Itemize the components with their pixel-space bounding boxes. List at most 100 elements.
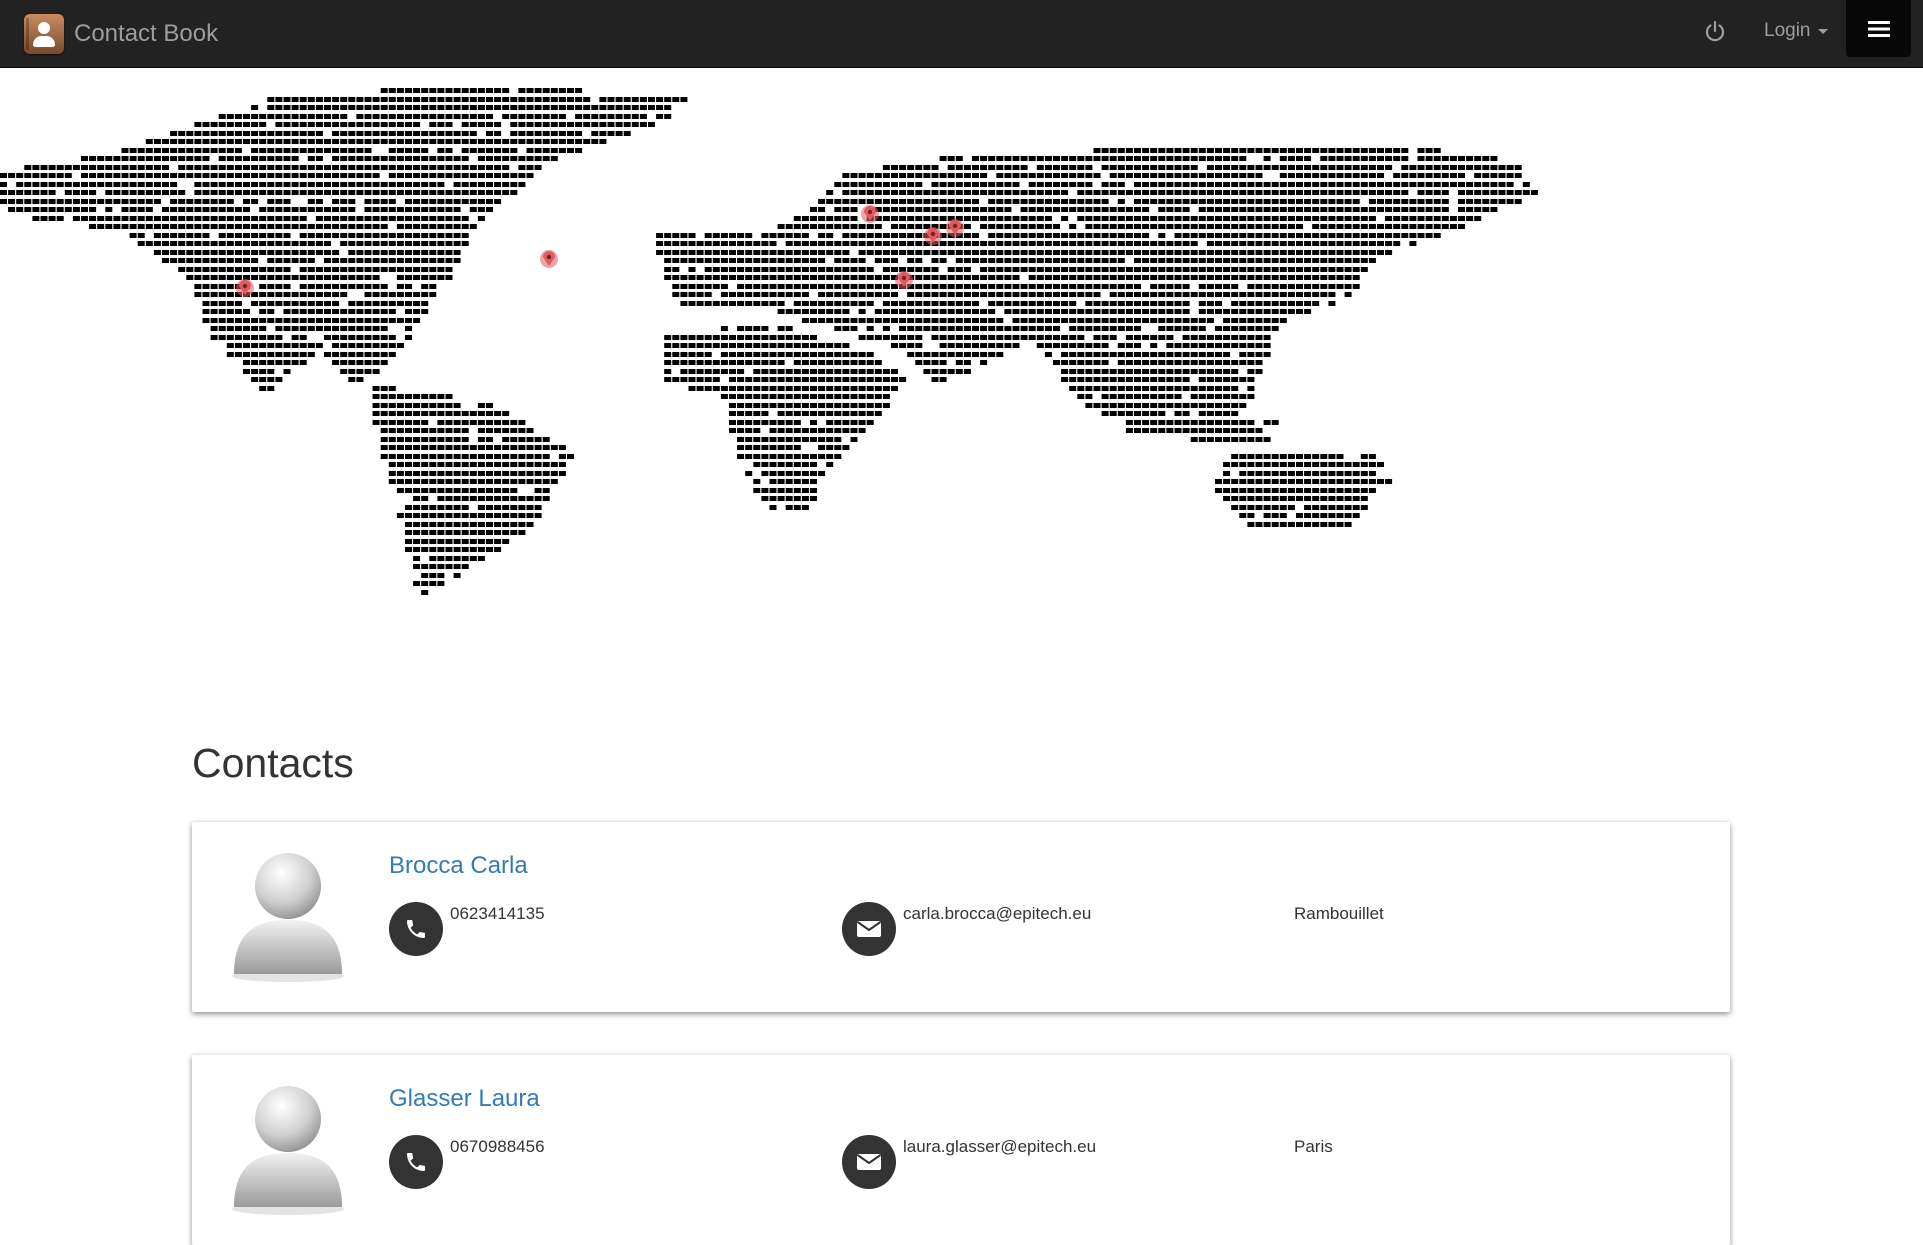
map-dot — [372, 182, 380, 187]
map-dot — [372, 420, 380, 425]
map-dot — [1012, 250, 1020, 255]
map-dot — [891, 301, 898, 306]
map-dot — [963, 233, 971, 238]
map-dot — [761, 233, 769, 238]
map-dot — [1368, 190, 1376, 195]
contact-card[interactable]: Brocca Carla 0623414135 carla.brocca@epi… — [192, 822, 1730, 1012]
map-dot — [785, 233, 793, 238]
map-dot — [1490, 165, 1498, 170]
map-dot — [283, 173, 291, 178]
map-dot — [1239, 454, 1247, 459]
map-dot — [696, 352, 704, 357]
map-dot — [518, 97, 526, 102]
brand-link[interactable]: Contact Book — [24, 4, 218, 64]
map-dot — [1182, 233, 1190, 238]
map-dot — [1344, 173, 1352, 178]
map-dot — [413, 428, 421, 433]
map-dot — [785, 258, 793, 263]
map-dot — [469, 97, 477, 102]
map-dot — [251, 216, 259, 221]
contact-name-link[interactable]: Glasser Laura — [389, 1085, 540, 1113]
map-dot — [1385, 156, 1393, 161]
map-dot — [931, 199, 939, 204]
map-marker-icon[interactable] — [895, 271, 913, 289]
phone-icon[interactable] — [389, 1135, 443, 1189]
map-marker-icon[interactable] — [236, 279, 254, 297]
map-dot — [218, 148, 226, 153]
map-dot — [801, 360, 809, 365]
map-dot — [259, 122, 267, 127]
map-dot — [1239, 335, 1247, 340]
map-marker-icon[interactable] — [861, 205, 879, 223]
map-dot — [388, 258, 396, 263]
envelope-icon[interactable] — [842, 902, 896, 956]
contact-name-link[interactable]: Brocca Carla — [389, 852, 528, 880]
map-dot — [178, 190, 186, 195]
contact-card[interactable]: Glasser Laura 0670988456 laura.glasser@e… — [192, 1055, 1730, 1245]
map-dot — [1263, 156, 1271, 161]
map-dot — [785, 267, 793, 272]
map-marker-icon[interactable] — [924, 227, 942, 245]
map-dot — [858, 250, 866, 255]
map-dot — [1304, 454, 1312, 459]
map-dot — [1020, 309, 1028, 314]
map-dot — [356, 156, 364, 161]
map-dot — [1287, 250, 1295, 255]
map-dot — [1287, 233, 1295, 238]
map-dot — [550, 97, 558, 102]
map-dot — [753, 403, 761, 408]
map-dot — [218, 139, 226, 144]
map-dot — [826, 233, 834, 238]
login-dropdown[interactable]: Login — [1764, 20, 1828, 42]
map-dot — [1109, 207, 1117, 212]
map-dot — [437, 148, 445, 153]
contact-email[interactable]: carla.brocca@epitech.eu — [903, 904, 1091, 924]
map-dot — [923, 301, 931, 306]
map-dot — [437, 233, 445, 238]
map-dot — [413, 139, 421, 144]
map-dot — [1012, 343, 1020, 348]
map-dot — [259, 156, 267, 161]
map-dot — [1466, 216, 1474, 221]
map-dot — [243, 173, 250, 178]
map-dot — [534, 445, 542, 450]
map-dot — [307, 156, 315, 161]
map-dot — [1044, 309, 1052, 314]
map-dot — [874, 190, 882, 195]
phone-icon[interactable] — [389, 902, 443, 956]
menu-toggle-button[interactable] — [1846, 0, 1911, 57]
map-dot — [729, 360, 736, 365]
map-dot — [1271, 275, 1279, 280]
map-marker-icon[interactable] — [540, 250, 558, 268]
map-dot — [372, 394, 380, 399]
map-dot — [1109, 326, 1117, 331]
map-dot — [1417, 173, 1425, 178]
map-dot — [1053, 360, 1060, 365]
map-dot — [753, 488, 761, 493]
map-dot — [194, 241, 202, 246]
map-dot — [1522, 190, 1530, 195]
map-dot — [1223, 428, 1231, 433]
map-marker-icon[interactable] — [946, 219, 964, 237]
map-dot — [526, 88, 534, 93]
map-dot — [818, 437, 826, 442]
contact-email[interactable]: laura.glasser@epitech.eu — [903, 1137, 1096, 1157]
map-dot — [186, 165, 194, 170]
map-dot — [372, 258, 380, 263]
map-dot — [891, 190, 898, 195]
envelope-icon[interactable] — [842, 1135, 896, 1189]
map-dot — [785, 411, 793, 416]
map-dot — [1247, 258, 1255, 263]
power-icon[interactable] — [1703, 19, 1727, 43]
map-dot — [1231, 496, 1239, 501]
map-dot — [340, 148, 348, 153]
map-dot — [1158, 173, 1166, 178]
map-dot — [299, 292, 307, 297]
map-dot — [234, 258, 242, 263]
map-dot — [785, 505, 793, 510]
map-dot — [874, 318, 882, 323]
map-dot — [1215, 275, 1222, 280]
map-dot — [1247, 190, 1255, 195]
map-dot — [429, 284, 437, 289]
map-dot — [226, 182, 234, 187]
